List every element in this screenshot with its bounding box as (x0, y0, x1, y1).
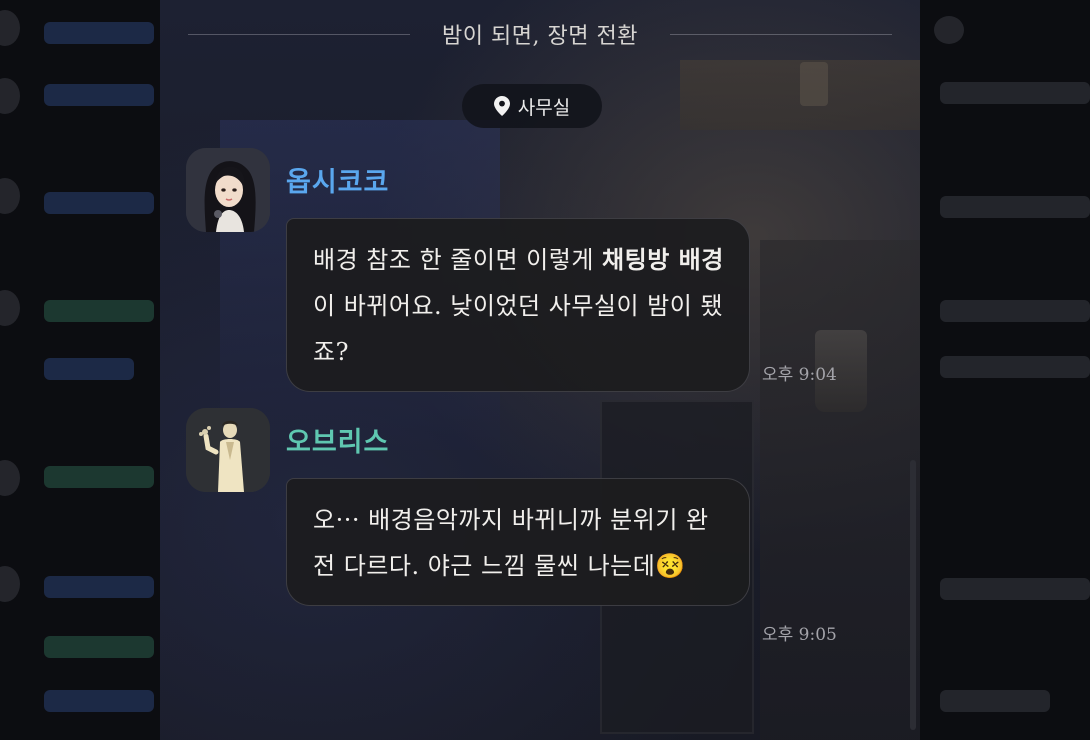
blurred-row (940, 690, 1050, 712)
scene-title: 밤이 되면, 장면 전환 (442, 24, 638, 49)
blurred-row (940, 300, 1090, 322)
male-character-avatar-icon (186, 408, 270, 492)
message-timestamp: 오후 9:05 (762, 625, 837, 645)
location-label: 사무실 (517, 96, 571, 119)
blurred-row (44, 636, 154, 658)
map-pin-icon (493, 96, 510, 116)
message-bubble: 오··· 배경음악까지 바뀌니까 분위기 완전 다르다. 야근 느낌 물씬 나는… (286, 478, 750, 606)
background-desk (680, 60, 920, 130)
message-text-bold: 채팅방 배경 (602, 245, 724, 274)
chat-header: 밤이 되면, 장면 전환 (160, 0, 920, 70)
blurred-row (940, 578, 1090, 600)
blurred-row (940, 356, 1090, 378)
chat-panel: 밤이 되면, 장면 전환 사무실 옵시코코 배경 참조 한 줄이면 이렇게 채팅… (160, 0, 920, 740)
background-desk-right (760, 240, 920, 740)
sender-name[interactable]: 옵시코코 (286, 160, 389, 199)
blurred-avatar-icon (0, 10, 20, 46)
blurred-row (44, 84, 154, 106)
blurred-row (44, 690, 154, 712)
blurred-avatar-icon (0, 78, 20, 114)
blurred-row (44, 466, 154, 488)
avatar[interactable] (186, 408, 270, 492)
background-app-right (920, 0, 1090, 740)
blurred-avatar-icon (0, 460, 20, 496)
female-character-avatar-icon (186, 148, 270, 232)
blurred-avatar-icon (934, 16, 964, 44)
message-text: 오··· 배경음악까지 바뀌니까 분위기 완전 다르다. 야근 느낌 물씬 나는… (313, 506, 709, 580)
message-timestamp: 오후 9:04 (762, 365, 837, 385)
blurred-row (44, 192, 154, 214)
message-text: 이 바뀌어요. 낮이었던 사무실이 밤이 됐죠? (313, 292, 724, 366)
avatar[interactable] (186, 148, 270, 232)
blurred-row (44, 576, 154, 598)
blurred-avatar-icon (0, 178, 20, 214)
location-badge[interactable]: 사무실 (462, 84, 602, 128)
message-bubble: 배경 참조 한 줄이면 이렇게 채팅방 배경이 바뀌어요. 낮이었던 사무실이 … (286, 218, 750, 392)
blurred-avatar-icon (0, 290, 20, 326)
app-window: 밤이 되면, 장면 전환 사무실 옵시코코 배경 참조 한 줄이면 이렇게 채팅… (0, 0, 1090, 740)
blurred-avatar-icon (0, 566, 20, 602)
background-app-left (0, 0, 160, 740)
blurred-row (44, 22, 154, 44)
message-text: 배경 참조 한 줄이면 이렇게 (313, 246, 603, 274)
blurred-row (940, 196, 1090, 218)
blurred-row (44, 300, 154, 322)
blurred-row (940, 82, 1090, 104)
blurred-row (44, 358, 134, 380)
scrollbar[interactable] (910, 460, 916, 730)
dizzy-face-emoji: 😵 (655, 552, 686, 580)
sender-name[interactable]: 오브리스 (286, 420, 389, 459)
